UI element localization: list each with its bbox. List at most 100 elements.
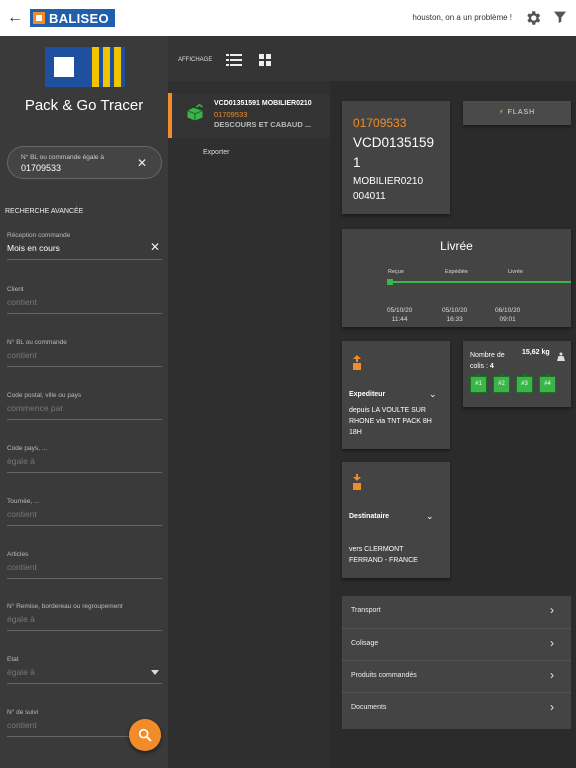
timeline-progress [390, 281, 571, 283]
app-title: Pack & Go Tracer [24, 97, 144, 114]
flash-button[interactable]: ⚡︎ FLASH [463, 101, 571, 125]
field-remise[interactable]: N° Remise, bordereau ou regroupement éga… [7, 603, 162, 631]
chevron-down-icon[interactable]: ⌄ [426, 511, 434, 522]
baliseo-logo: BALISEO [30, 9, 115, 27]
timeline-step: 05/10/20 11:44 [387, 307, 413, 323]
clear-search-icon[interactable]: ✕ [137, 156, 147, 170]
field-placeholder: égale à [7, 667, 35, 677]
field-label: Code pays, ... [7, 445, 48, 452]
advanced-search-heading: RECHERCHE AVANCÉE [5, 208, 84, 215]
list-view-icon[interactable] [226, 53, 242, 67]
topbar-message: houston, on a un problème ! [412, 13, 512, 22]
search-sidebar: Pack & Go Tracer N° BL ou commande égale… [0, 36, 168, 768]
status-title: Livrée [440, 239, 473, 253]
section-colisage[interactable]: Colisage › [342, 628, 571, 660]
search-icon [138, 728, 152, 742]
search-fab-button[interactable] [129, 719, 161, 751]
colis-box[interactable]: #4 [539, 374, 556, 393]
destinataire-card: Destinataire ⌄ vers CLERMONT FERRAND - F… [342, 462, 450, 578]
section-produits[interactable]: Produits commandés › [342, 660, 571, 692]
grid-view-icon[interactable] [259, 53, 275, 67]
colis-label: Nombre de colis : 4 [470, 352, 505, 370]
flash-label: FLASH [507, 109, 536, 116]
field-placeholder: contient [7, 350, 37, 360]
ref-line-2: 1 [353, 155, 361, 170]
top-bar: ← BALISEO houston, on a un problème ! [0, 0, 576, 36]
results-list [168, 36, 330, 768]
chevron-right-icon: › [550, 603, 554, 617]
field-label: Etat [7, 656, 19, 663]
field-bl-commande[interactable]: N° BL ou commande contient [7, 339, 162, 367]
field-label: Tournée, ... [7, 498, 40, 505]
colis-box[interactable]: #3 [516, 374, 533, 393]
lightning-icon: ⚡︎ [498, 109, 505, 116]
field-reception-commande[interactable]: Réception commande Mois en cours ✕ [7, 232, 162, 260]
list-item[interactable]: VCD01351591 MOBILIER0210 01709533 DESCOU… [168, 93, 330, 138]
colis-box[interactable]: #1 [470, 374, 487, 393]
ref-line-4: 004011 [353, 191, 386, 202]
item-number: 01709533 [214, 110, 248, 119]
field-placeholder: égale à [7, 456, 35, 466]
expediteur-title: Expediteur [349, 391, 386, 398]
export-link[interactable]: Exporter [203, 149, 229, 156]
view-toolbar: AFFICHAGE [168, 36, 576, 81]
expediteur-card: Expediteur ⌄ depuis LA VOULTE SUR RHONE … [342, 341, 450, 449]
field-placeholder: contient [7, 720, 37, 730]
clear-field-icon[interactable]: ✕ [150, 240, 160, 254]
order-number: 01709533 [353, 116, 407, 130]
colis-card: Nombre de colis : 4 15,62 kg #1 #2 #3 #4 [463, 341, 571, 407]
dropdown-arrow-icon[interactable] [151, 670, 159, 675]
field-placeholder: contient [7, 562, 37, 572]
field-placeholder: commence par [7, 403, 64, 413]
field-label: Client [7, 286, 24, 293]
ref-line-1: VCD0135159 [353, 135, 435, 150]
quick-search-input[interactable]: N° BL ou commande égale à 01709533 ✕ [7, 146, 162, 179]
item-title: VCD01351591 MOBILIER0210 [214, 100, 312, 107]
timeline-start-dot [387, 279, 393, 285]
section-transport[interactable]: Transport › [342, 596, 571, 628]
chevron-right-icon: › [550, 700, 554, 714]
field-label: Code postal, ville ou pays [7, 392, 82, 399]
download-box-icon [352, 474, 362, 496]
chevron-down-icon[interactable]: ⌄ [429, 389, 437, 400]
section-label: Transport [351, 607, 381, 614]
section-documents[interactable]: Documents › [342, 692, 571, 729]
filter-icon[interactable] [551, 9, 569, 27]
section-label: Colisage [351, 640, 379, 647]
gear-icon[interactable] [524, 9, 542, 27]
field-code-postal[interactable]: Code postal, ville ou pays commence par [7, 392, 162, 420]
field-placeholder: contient [7, 509, 37, 519]
colis-weight: 15,62 kg [522, 349, 550, 356]
affichage-label: AFFICHAGE [178, 57, 213, 63]
section-label: Documents [351, 704, 387, 711]
destinataire-title: Destinataire [349, 513, 390, 520]
section-label: Produits commandés [351, 672, 417, 679]
field-placeholder: contient [7, 297, 37, 307]
field-client[interactable]: Client contient [7, 286, 162, 314]
field-code-pays[interactable]: Code pays, ... égale à [7, 445, 162, 473]
upload-box-icon [352, 355, 362, 376]
order-card: 01709533 VCD0135159 1 MOBILIER0210 00401… [342, 101, 450, 214]
field-label: Réception commande [7, 232, 71, 239]
step-label: Reçue [388, 269, 404, 275]
colis-box[interactable]: #2 [493, 374, 510, 393]
field-label: N° BL ou commande [7, 339, 67, 346]
timeline-step: 05/10/20 16:33 [442, 307, 468, 323]
field-etat[interactable]: Etat égale à [7, 656, 162, 684]
package-icon [186, 103, 204, 122]
status-card: Livrée Reçue Expédiée Livrée 05/10/20 11:… [342, 229, 571, 327]
pack-and-go-logo [45, 47, 125, 87]
item-subtitle: DESCOURS ET CABAUD ... [214, 120, 312, 129]
step-label: Livrée [508, 269, 523, 275]
field-label: Articles [7, 551, 29, 558]
field-label: N° Remise, bordereau ou regroupement [7, 603, 123, 610]
chevron-right-icon: › [550, 668, 554, 682]
field-articles[interactable]: Articles contient [7, 551, 162, 579]
step-label: Expédiée [445, 269, 468, 275]
field-placeholder: égale à [7, 614, 35, 624]
back-arrow-icon[interactable]: ← [0, 0, 30, 36]
ref-line-3: MOBILIER0210 [353, 176, 424, 187]
field-tournee[interactable]: Tournée, ... contient [7, 498, 162, 526]
destinataire-text: vers CLERMONT FERRAND - FRANCE [349, 546, 418, 564]
weight-icon [556, 349, 566, 367]
